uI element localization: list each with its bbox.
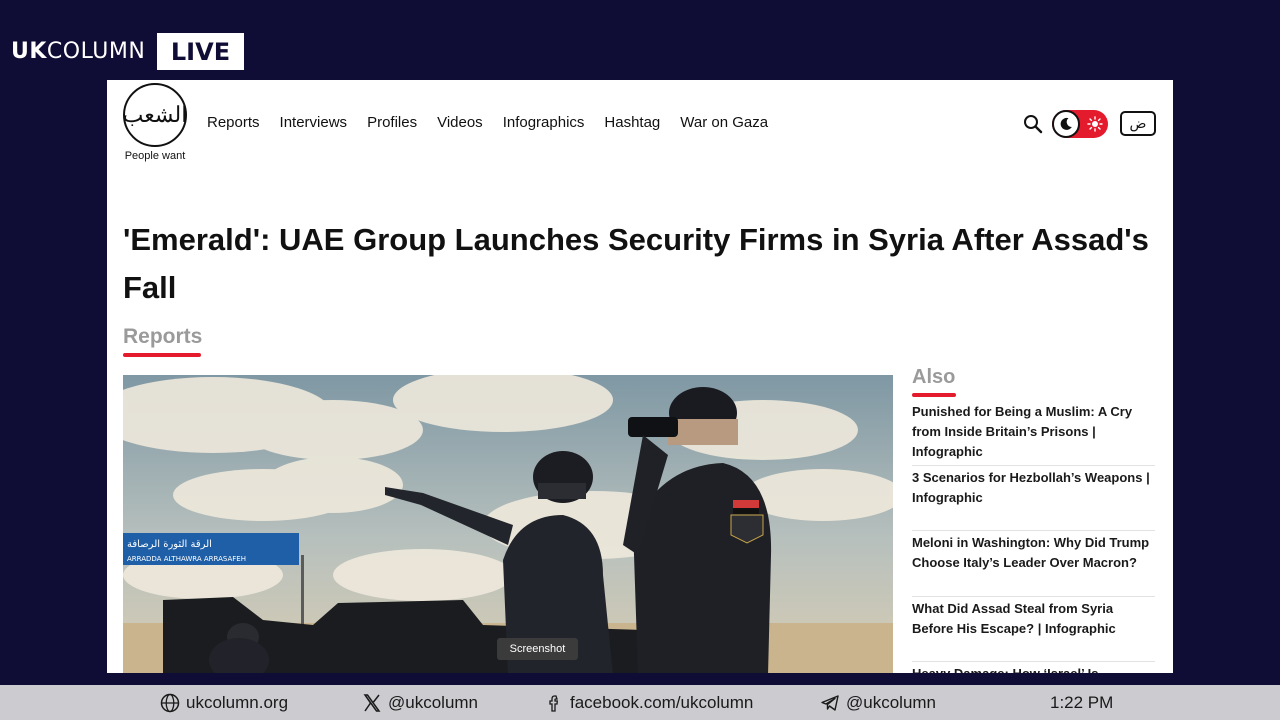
footer-telegram: @ukcolumn	[820, 685, 936, 720]
site-logo[interactable]: الشعب People want	[122, 83, 188, 162]
also-underline	[912, 393, 956, 397]
broadcast-footer: ukcolumn.org @ukcolumn facebook.com/ukco…	[0, 685, 1280, 720]
related-article-link[interactable]: Meloni in Washington: Why Did Trump Choo…	[912, 533, 1155, 573]
webpage-panel: الشعب People want Reports Interviews Pro…	[107, 80, 1173, 673]
sun-icon	[1087, 116, 1103, 132]
footer-website-text: ukcolumn.org	[186, 692, 289, 712]
ukcolumn-logo: UK COLUMN	[11, 33, 145, 70]
related-article-link[interactable]: Heavy Damage: How ‘Israel’ Is Targeting	[912, 664, 1155, 673]
related-article-link[interactable]: What Did Assad Steal from Syria Before H…	[912, 599, 1155, 639]
clock-text: 1:22 PM	[1050, 692, 1114, 712]
article-hero-image: الرقة الثورة الرصافة ARRADDA ALTHAWRA AR…	[123, 375, 893, 673]
footer-x-handle: @ukcolumn	[388, 692, 479, 712]
footer-time: 1:22 PM	[1050, 685, 1113, 720]
nav-profiles[interactable]: Profiles	[367, 114, 417, 131]
list-item[interactable]: What Did Assad Steal from Syria Before H…	[912, 597, 1155, 662]
related-article-link[interactable]: 3 Scenarios for Hezbollah’s Weapons | In…	[912, 468, 1155, 508]
main-nav: Reports Interviews Profiles Videos Infog…	[207, 114, 768, 131]
nav-infographics[interactable]: Infographics	[503, 114, 585, 131]
nav-war-on-gaza[interactable]: War on Gaza	[680, 114, 768, 131]
nav-reports[interactable]: Reports	[207, 114, 260, 131]
related-articles-list: Punished for Being a Muslim: A Cry from …	[912, 400, 1155, 673]
article-headline: 'Emerald': UAE Group Launches Security F…	[123, 222, 1149, 305]
search-icon[interactable]	[1023, 114, 1043, 134]
moon-icon	[1052, 110, 1080, 138]
footer-telegram-handle: @ukcolumn	[846, 692, 937, 712]
article-section-link[interactable]: Reports	[123, 325, 202, 349]
road-sign-arabic: الرقة الثورة الرصافة	[127, 539, 212, 550]
brand-uk: UK	[11, 39, 47, 64]
logo-emblem-icon: الشعب	[123, 83, 187, 147]
list-item[interactable]: Heavy Damage: How ‘Israel’ Is Targeting	[912, 662, 1155, 673]
globe-icon	[160, 693, 180, 712]
road-sign-text: ARRADDA ALTHAWRA ARRASAFEH	[127, 555, 246, 563]
list-item[interactable]: Meloni in Washington: Why Did Trump Choo…	[912, 531, 1155, 597]
facebook-icon	[549, 694, 559, 712]
logo-glyph: الشعب	[122, 102, 188, 128]
logo-caption: People want	[124, 150, 186, 162]
also-title: Also	[912, 366, 956, 388]
footer-x: @ukcolumn	[362, 685, 478, 720]
brand-column: COLUMN	[46, 39, 146, 64]
x-logo-icon	[363, 693, 381, 712]
footer-facebook-text: facebook.com/ukcolumn	[570, 692, 754, 712]
section-underline	[123, 353, 201, 357]
footer-website: ukcolumn.org	[160, 685, 288, 720]
nav-interviews[interactable]: Interviews	[280, 114, 348, 131]
screenshot-tooltip: Screenshot	[497, 638, 578, 660]
live-badge: LIVE	[157, 33, 244, 70]
related-article-link[interactable]: Punished for Being a Muslim: A Cry from …	[912, 402, 1155, 462]
list-item[interactable]: Punished for Being a Muslim: A Cry from …	[912, 400, 1155, 466]
list-item[interactable]: 3 Scenarios for Hezbollah’s Weapons | In…	[912, 466, 1155, 531]
nav-videos[interactable]: Videos	[437, 114, 483, 131]
language-button[interactable]: ض	[1120, 111, 1156, 136]
nav-hashtag[interactable]: Hashtag	[604, 114, 660, 131]
footer-facebook: facebook.com/ukcolumn	[544, 685, 753, 720]
theme-toggle[interactable]	[1052, 110, 1108, 138]
telegram-icon	[821, 694, 839, 711]
